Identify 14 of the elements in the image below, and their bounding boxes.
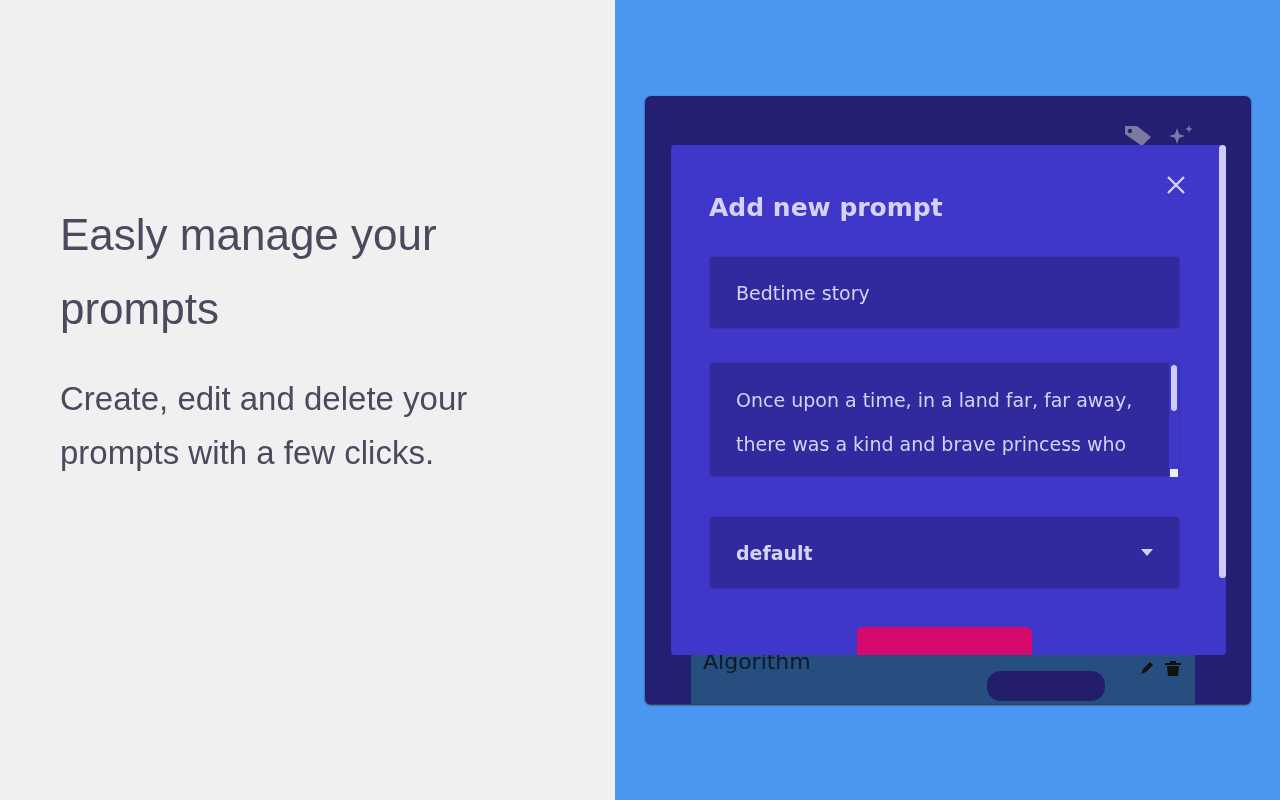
content-field[interactable]: Once upon a time, in a land far, far away, there was a kind and brave princess who — [709, 362, 1180, 477]
pencil-icon[interactable] — [1139, 660, 1155, 676]
caret-icon — [1141, 549, 1153, 556]
trash-icon[interactable] — [1163, 660, 1183, 676]
scrollbar[interactable] — [1169, 363, 1179, 477]
dialog-title: Add new prompt — [709, 193, 943, 222]
hero-subtitle: Create, edit and delete your prompts with a few clicks. — [60, 379, 469, 473]
tag-icon[interactable] — [1123, 124, 1153, 148]
hero-title: Easly manage your prompts — [60, 209, 438, 335]
category-select[interactable]: default — [709, 516, 1180, 589]
name-field[interactable]: Bedtime story — [709, 256, 1180, 329]
prompt-title: Algorithm — [703, 648, 811, 676]
scrollbar[interactable] — [1219, 145, 1226, 578]
close-icon[interactable] — [1166, 175, 1186, 195]
